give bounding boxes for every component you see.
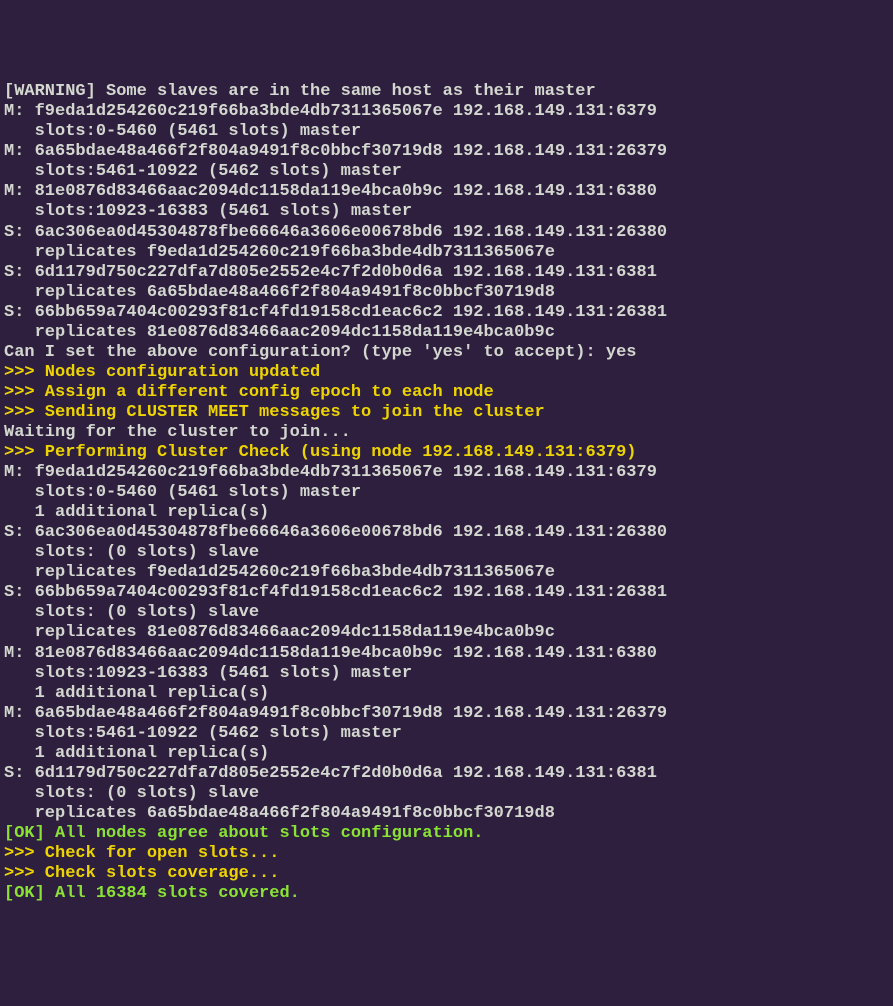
terminal-line: Waiting for the cluster to join...	[4, 423, 889, 443]
terminal-line: slots:10923-16383 (5461 slots) master	[4, 664, 889, 684]
terminal-line: replicates f9eda1d254260c219f66ba3bde4db…	[4, 243, 889, 263]
terminal-line: >>> Assign a different config epoch to e…	[4, 383, 889, 403]
terminal-line: S: 6ac306ea0d45304878fbe66646a3606e00678…	[4, 223, 889, 243]
terminal-line: S: 66bb659a7404c00293f81cf4fd19158cd1eac…	[4, 303, 889, 323]
terminal-line: >>> Sending CLUSTER MEET messages to joi…	[4, 403, 889, 423]
terminal-line: slots:0-5460 (5461 slots) master	[4, 122, 889, 142]
terminal-line: replicates 81e0876d83466aac2094dc1158da1…	[4, 623, 889, 643]
terminal-line: M: 6a65bdae48a466f2f804a9491f8c0bbcf3071…	[4, 704, 889, 724]
terminal-line: M: 6a65bdae48a466f2f804a9491f8c0bbcf3071…	[4, 142, 889, 162]
terminal-line: >>> Nodes configuration updated	[4, 363, 889, 383]
terminal-line: slots:5461-10922 (5462 slots) master	[4, 724, 889, 744]
terminal-line: slots: (0 slots) slave	[4, 603, 889, 623]
terminal-line: S: 6ac306ea0d45304878fbe66646a3606e00678…	[4, 523, 889, 543]
terminal-line: M: f9eda1d254260c219f66ba3bde4db73113650…	[4, 463, 889, 483]
terminal-line: 1 additional replica(s)	[4, 744, 889, 764]
terminal-line: replicates 81e0876d83466aac2094dc1158da1…	[4, 323, 889, 343]
terminal-line: slots: (0 slots) slave	[4, 543, 889, 563]
terminal-line: replicates f9eda1d254260c219f66ba3bde4db…	[4, 563, 889, 583]
terminal-line: 1 additional replica(s)	[4, 684, 889, 704]
terminal-output: [WARNING] Some slaves are in the same ho…	[0, 80, 893, 906]
terminal-line: slots:0-5460 (5461 slots) master	[4, 483, 889, 503]
terminal-line: slots: (0 slots) slave	[4, 784, 889, 804]
terminal-line: >>> Performing Cluster Check (using node…	[4, 443, 889, 463]
terminal-line: S: 66bb659a7404c00293f81cf4fd19158cd1eac…	[4, 583, 889, 603]
terminal-line: [OK] All 16384 slots covered.	[4, 884, 889, 904]
terminal-line: S: 6d1179d750c227dfa7d805e2552e4c7f2d0b0…	[4, 263, 889, 283]
terminal-line: 1 additional replica(s)	[4, 503, 889, 523]
terminal-line: replicates 6a65bdae48a466f2f804a9491f8c0…	[4, 283, 889, 303]
terminal-line: replicates 6a65bdae48a466f2f804a9491f8c0…	[4, 804, 889, 824]
terminal-line: >>> Check slots coverage...	[4, 864, 889, 884]
terminal-line: >>> Check for open slots...	[4, 844, 889, 864]
terminal-line: M: 81e0876d83466aac2094dc1158da119e4bca0…	[4, 644, 889, 664]
terminal-line: [WARNING] Some slaves are in the same ho…	[4, 82, 889, 102]
terminal-line: slots:5461-10922 (5462 slots) master	[4, 162, 889, 182]
terminal-line: slots:10923-16383 (5461 slots) master	[4, 202, 889, 222]
terminal-line: M: f9eda1d254260c219f66ba3bde4db73113650…	[4, 102, 889, 122]
terminal-line: S: 6d1179d750c227dfa7d805e2552e4c7f2d0b0…	[4, 764, 889, 784]
terminal-line: M: 81e0876d83466aac2094dc1158da119e4bca0…	[4, 182, 889, 202]
terminal-line: Can I set the above configuration? (type…	[4, 343, 889, 363]
